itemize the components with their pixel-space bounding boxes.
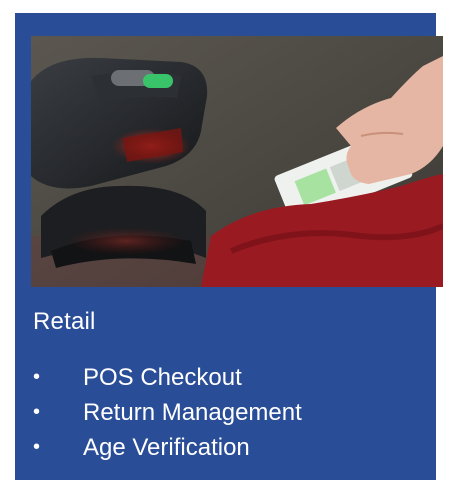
product-photo <box>31 36 443 287</box>
list-item-label: Age Verification <box>83 434 250 461</box>
list-item: • Return Management <box>33 395 302 430</box>
list-item: • POS Checkout <box>33 360 302 395</box>
list-item: • Age Verification <box>33 430 302 465</box>
category-title: Retail <box>33 308 96 335</box>
bullet-icon: • <box>33 436 41 458</box>
bullet-icon: • <box>33 401 41 423</box>
list-item-label: POS Checkout <box>83 364 242 391</box>
use-case-list: • POS Checkout • Return Management • Age… <box>33 360 302 465</box>
scanner-scene-illustration <box>31 36 443 287</box>
list-item-label: Return Management <box>83 399 302 426</box>
bullet-icon: • <box>33 366 41 388</box>
retail-card: Retail • POS Checkout • Return Managemen… <box>15 13 443 480</box>
